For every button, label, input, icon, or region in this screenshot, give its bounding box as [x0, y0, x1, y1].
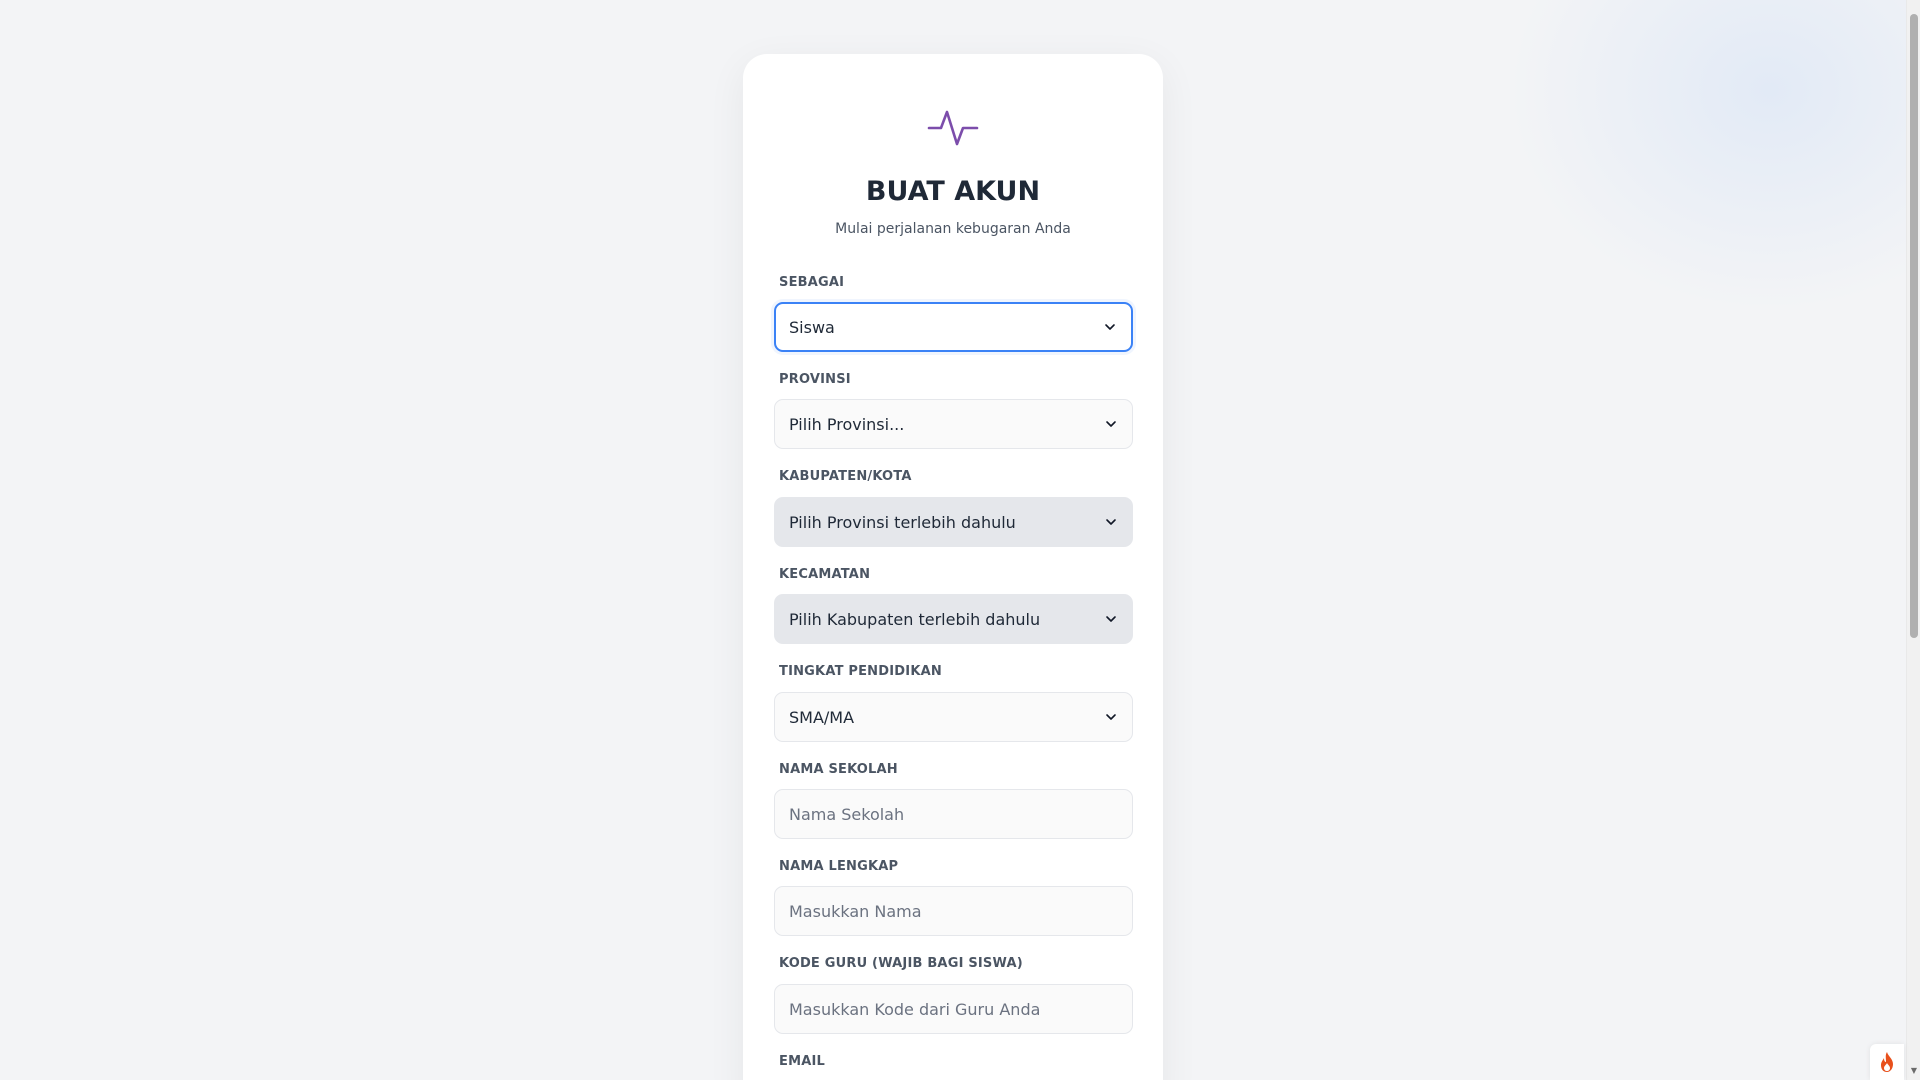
district-label: KECAMATAN [779, 567, 871, 582]
district-select-value: Pilih Kabupaten terlebih dahulu [789, 609, 1041, 629]
school-label: NAMA SEKOLAH [779, 762, 898, 777]
register-card: BUAT AKUN Mulai perjalanan kebugaran And… [743, 54, 1163, 1080]
role-label: SEBAGAI [779, 275, 845, 290]
role-select-value: Siswa [789, 317, 835, 337]
scrollbar[interactable]: ▼ [1906, 0, 1920, 1080]
fullname-label: NAMA LENGKAP [779, 859, 899, 874]
education-select[interactable]: SMA/MA [774, 692, 1133, 742]
pulse-icon [927, 110, 979, 146]
regency-label: KABUPATEN/KOTA [779, 469, 912, 484]
page-subtitle: Mulai perjalanan kebugaran Anda [835, 221, 1071, 237]
province-select[interactable]: Pilih Provinsi... [774, 399, 1133, 449]
district-select[interactable]: Pilih Kabupaten terlebih dahulu [774, 594, 1133, 644]
page: BUAT AKUN Mulai perjalanan kebugaran And… [0, 0, 1920, 1080]
teacher-code-label: KODE GURU (WAJIB BAGI SISWA) [779, 956, 1023, 971]
education-label: TINGKAT PENDIDIKAN [779, 664, 942, 679]
chevron-down-icon [1106, 519, 1116, 525]
teacher-code-input[interactable]: Masukkan Kode dari Guru Anda [774, 984, 1133, 1034]
fire-badge[interactable] [1870, 1044, 1904, 1080]
scroll-down-arrow-icon[interactable]: ▼ [1909, 1066, 1919, 1076]
chevron-down-icon [1106, 714, 1116, 720]
school-input[interactable]: Nama Sekolah [774, 789, 1133, 839]
regency-select[interactable]: Pilih Provinsi terlebih dahulu [774, 497, 1133, 547]
page-title: BUAT AKUN [865, 176, 1041, 207]
email-label: EMAIL [779, 1054, 825, 1069]
fullname-input[interactable]: Masukkan Nama [774, 886, 1133, 936]
regency-select-value: Pilih Provinsi terlebih dahulu [789, 512, 1016, 532]
fire-icon [1881, 1052, 1893, 1072]
chevron-down-icon [1106, 616, 1116, 622]
chevron-down-icon [1105, 324, 1115, 330]
scrollbar-thumb[interactable] [1910, 14, 1918, 638]
chevron-down-icon [1106, 421, 1116, 427]
education-select-value: SMA/MA [789, 707, 855, 727]
role-select[interactable]: Siswa [774, 302, 1133, 352]
school-input-placeholder: Nama Sekolah [789, 804, 905, 824]
province-select-value: Pilih Provinsi... [789, 414, 905, 434]
province-label: PROVINSI [779, 372, 851, 387]
teacher-code-input-placeholder: Masukkan Kode dari Guru Anda [789, 999, 1041, 1019]
fullname-input-placeholder: Masukkan Nama [789, 901, 922, 921]
